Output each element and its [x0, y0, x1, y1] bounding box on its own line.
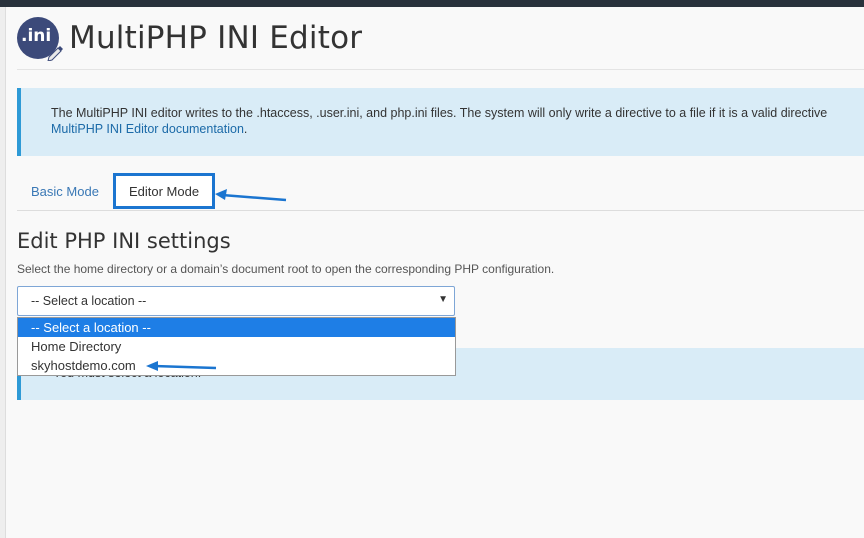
documentation-link[interactable]: MultiPHP INI Editor documentation: [51, 122, 244, 136]
option-select-location[interactable]: -- Select a location --: [18, 318, 455, 337]
tab-basic-mode[interactable]: Basic Mode: [31, 173, 99, 209]
annotation-arrow-icon: [146, 361, 217, 371]
info-trailing-period: .: [243, 122, 248, 136]
location-select-value: -- Select a location --: [31, 294, 147, 308]
info-message: The MultiPHP INI editor writes to the .h…: [51, 106, 828, 120]
mode-tabs: Basic Mode Editor Mode: [17, 173, 864, 211]
option-skyhostdemo[interactable]: skyhostdemo.com: [18, 356, 455, 375]
caret-down-icon: ▼: [438, 294, 448, 305]
ini-logo-icon: .ini: [17, 17, 63, 61]
section-description: Select the home directory or a domain’s …: [17, 262, 555, 276]
location-select[interactable]: -- Select a location -- ▼: [17, 286, 455, 316]
info-text: The MultiPHP INI editor writes to the .h…: [51, 105, 827, 137]
tab-editor-mode[interactable]: Editor Mode: [113, 173, 215, 209]
header-divider: [17, 69, 864, 70]
option-home-directory[interactable]: Home Directory: [18, 337, 455, 356]
pencil-icon: [47, 46, 63, 61]
page-header: .ini MultiPHP INI Editor: [17, 17, 363, 61]
annotation-arrow-icon: [215, 189, 287, 202]
page-title: MultiPHP INI Editor: [69, 20, 363, 56]
section-title: Edit PHP INI settings: [17, 229, 231, 253]
info-callout: The MultiPHP INI editor writes to the .h…: [17, 88, 864, 156]
location-dropdown-list: -- Select a location -- Home Directory s…: [17, 317, 456, 376]
top-bar: [0, 0, 864, 7]
left-rail: [0, 7, 6, 538]
logo-text: .ini: [21, 26, 52, 46]
